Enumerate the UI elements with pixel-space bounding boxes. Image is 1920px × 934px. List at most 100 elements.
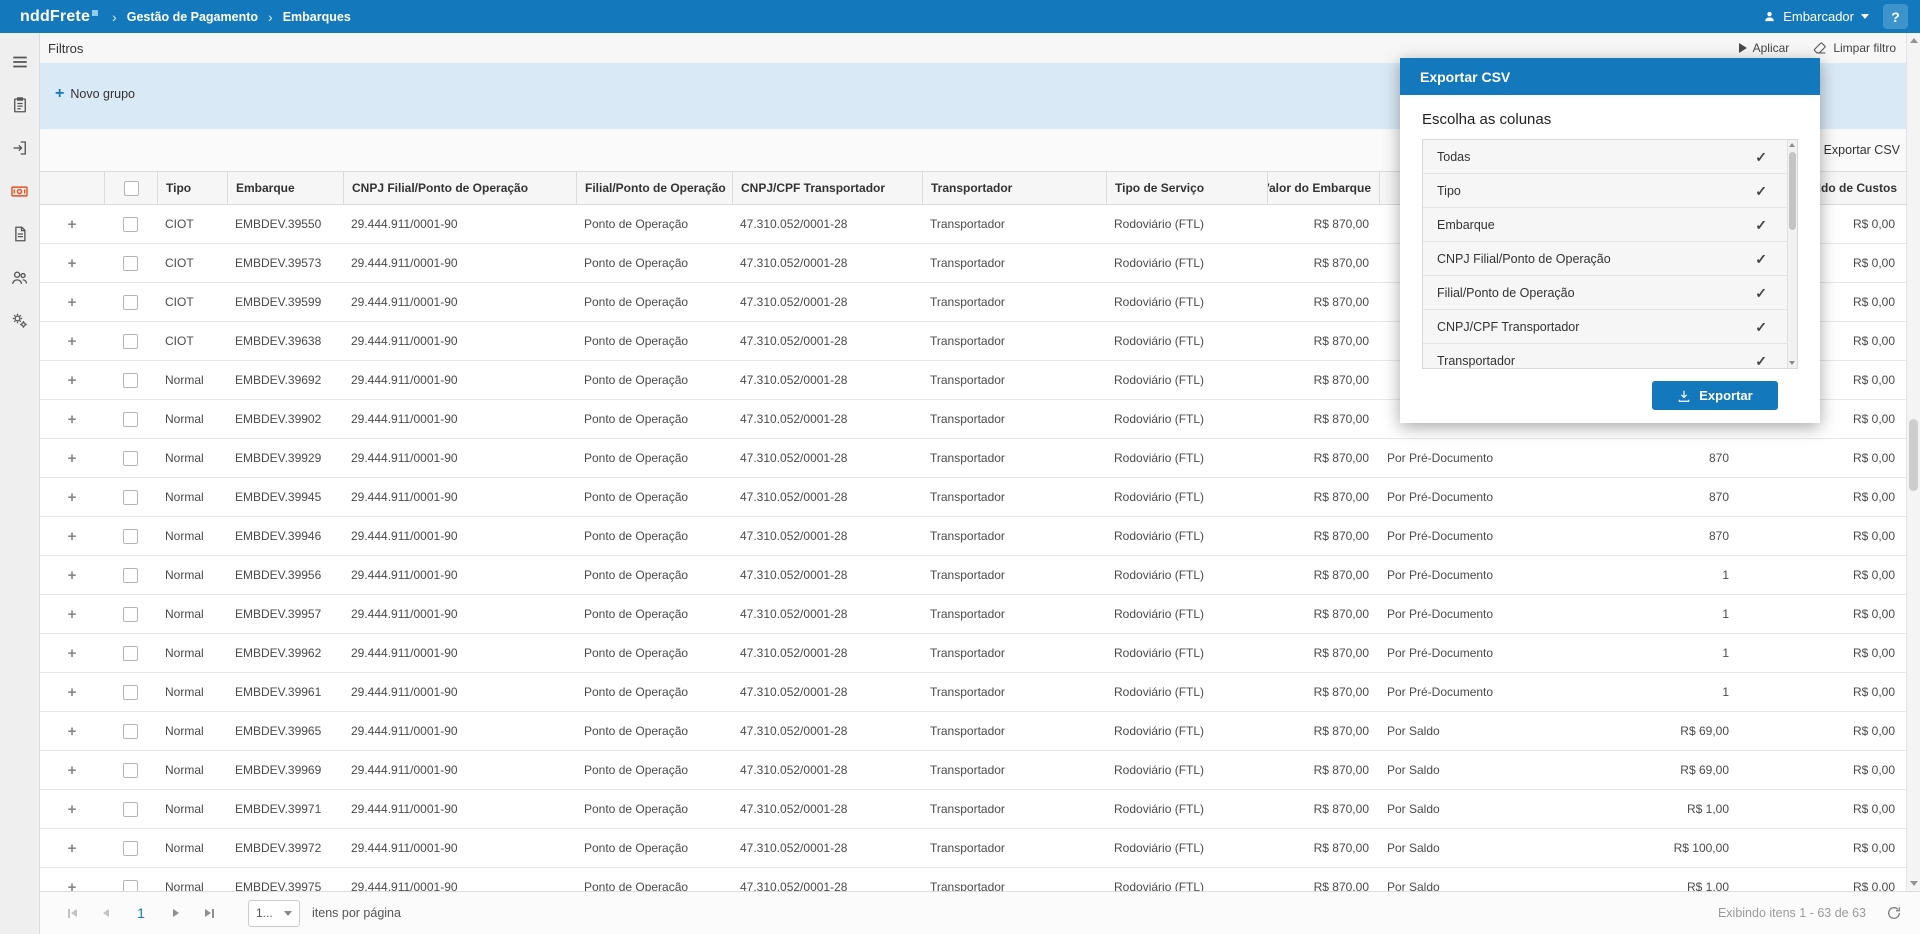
cell-saldo_custos: R$ 0,00 [1739, 673, 1905, 711]
page-size-dropdown[interactable]: 1... [248, 900, 300, 927]
user-role-menu[interactable]: Embarcador [1763, 9, 1869, 24]
expand-row-icon[interactable]: + [68, 684, 77, 701]
expand-row-icon[interactable]: + [68, 216, 77, 233]
column-header-transportador[interactable]: Transportador [922, 172, 1106, 204]
row-checkbox[interactable] [123, 451, 138, 466]
cell-valor_embarque: R$ 870,00 [1267, 400, 1379, 438]
expand-row-icon[interactable]: + [68, 333, 77, 350]
row-checkbox[interactable] [123, 607, 138, 622]
row-checkbox[interactable] [123, 685, 138, 700]
row-checkbox[interactable] [123, 568, 138, 583]
expand-row-icon[interactable]: + [68, 762, 77, 779]
column-option-label: CNPJ/CPF Transportador [1437, 320, 1579, 334]
expand-row-icon[interactable]: + [68, 372, 77, 389]
scroll-up-arrow-icon[interactable] [1910, 38, 1918, 43]
column-option[interactable]: Todas✓ [1423, 140, 1797, 174]
export-button[interactable]: Exportar [1652, 381, 1778, 410]
vertical-scrollbar[interactable] [1906, 33, 1920, 891]
row-checkbox[interactable] [123, 529, 138, 544]
column-option[interactable]: Transportador✓ [1423, 344, 1797, 369]
cell-tipo_servico: Rodoviário (FTL) [1106, 244, 1267, 282]
expand-row-icon[interactable]: + [68, 567, 77, 584]
cell-transportador: Transportador [922, 400, 1106, 438]
list-scrollbar[interactable] [1787, 140, 1797, 368]
expand-row-icon[interactable]: + [68, 411, 77, 428]
sidebar-item-payments-active[interactable] [6, 180, 34, 202]
cell-valor_embarque: R$ 870,00 [1267, 712, 1379, 750]
cell-tipo: Normal [157, 868, 227, 891]
scroll-down-arrow-icon[interactable] [1789, 361, 1795, 365]
breadcrumb-item-embarques[interactable]: Embarques [283, 10, 351, 24]
column-header-valor_embarque[interactable]: Valor do Embarque [1267, 172, 1379, 204]
row-checkbox[interactable] [123, 490, 138, 505]
row-checkbox[interactable] [123, 373, 138, 388]
expand-row-icon[interactable]: + [68, 840, 77, 857]
help-button[interactable]: ? [1883, 4, 1908, 29]
row-checkbox[interactable] [123, 334, 138, 349]
expand-row-icon[interactable]: + [68, 294, 77, 311]
cell-filial: Ponto de Operação [576, 478, 732, 516]
column-option[interactable]: Tipo✓ [1423, 174, 1797, 208]
refresh-button[interactable] [1882, 901, 1906, 925]
row-checkbox[interactable] [123, 763, 138, 778]
expand-row-icon[interactable]: + [68, 801, 77, 818]
sidebar-item-exit[interactable] [6, 137, 34, 159]
row-checkbox[interactable] [123, 256, 138, 271]
row-checkbox[interactable] [123, 802, 138, 817]
sidebar-item-settings[interactable] [6, 309, 34, 331]
sidebar-item-users[interactable] [6, 266, 34, 288]
first-page-button[interactable] [60, 901, 84, 925]
sidebar-item-documents[interactable] [6, 223, 34, 245]
expand-row-icon[interactable]: + [68, 723, 77, 740]
column-header-cnpj_filial[interactable]: CNPJ Filial/Ponto de Operação [343, 172, 576, 204]
column-header-expand[interactable] [40, 172, 104, 204]
row-checkbox[interactable] [123, 646, 138, 661]
cell-expand: + [40, 361, 104, 399]
expand-row-icon[interactable]: + [68, 879, 77, 892]
pagination-status: Exibindo itens 1 - 63 de 63 [1718, 906, 1866, 920]
column-header-check[interactable] [104, 172, 157, 204]
cell-expand: + [40, 283, 104, 321]
column-header-embarque[interactable]: Embarque [227, 172, 343, 204]
list-scrollbar-thumb[interactable] [1789, 152, 1796, 230]
expand-row-icon[interactable]: + [68, 489, 77, 506]
previous-page-button[interactable] [94, 901, 118, 925]
row-checkbox[interactable] [123, 880, 138, 892]
breadcrumb-item-gestao[interactable]: Gestão de Pagamento [127, 10, 258, 24]
last-page-button[interactable] [198, 901, 222, 925]
current-page-number[interactable]: 1 [128, 905, 154, 921]
cell-expand: + [40, 244, 104, 282]
expand-row-icon[interactable]: + [68, 255, 77, 272]
select-all-checkbox[interactable] [124, 181, 139, 196]
row-checkbox[interactable] [123, 217, 138, 232]
app-logo[interactable]: nddFrete [20, 8, 98, 26]
row-checkbox[interactable] [123, 295, 138, 310]
column-header-cnpj_transportador[interactable]: CNPJ/CPF Transportador [732, 172, 922, 204]
expand-row-icon[interactable]: + [68, 450, 77, 467]
next-page-button[interactable] [164, 901, 188, 925]
new-group-button[interactable]: + Novo grupo [55, 86, 135, 102]
expand-row-icon[interactable]: + [68, 528, 77, 545]
column-option[interactable]: CNPJ Filial/Ponto de Operação✓ [1423, 242, 1797, 276]
column-option[interactable]: Filial/Ponto de Operação✓ [1423, 276, 1797, 310]
expand-row-icon[interactable]: + [68, 645, 77, 662]
column-option[interactable]: CNPJ/CPF Transportador✓ [1423, 310, 1797, 344]
scroll-up-arrow-icon[interactable] [1789, 143, 1795, 147]
column-option[interactable]: Embarque✓ [1423, 208, 1797, 242]
column-header-filial[interactable]: Filial/Ponto de Operação [576, 172, 732, 204]
expand-row-icon[interactable]: + [68, 606, 77, 623]
clear-filter-button[interactable]: Limpar filtro [1813, 41, 1896, 55]
cell-tipo_servico: Rodoviário (FTL) [1106, 595, 1267, 633]
column-header-tipo[interactable]: Tipo [157, 172, 227, 204]
scrollbar-thumb[interactable] [1909, 419, 1918, 491]
column-header-tipo_servico[interactable]: Tipo de Serviço [1106, 172, 1267, 204]
sidebar-menu-toggle[interactable] [6, 51, 34, 73]
cell-checkbox [104, 790, 157, 828]
scroll-down-arrow-icon[interactable] [1910, 881, 1918, 886]
cell-filial: Ponto de Operação [576, 244, 732, 282]
row-checkbox[interactable] [123, 724, 138, 739]
row-checkbox[interactable] [123, 412, 138, 427]
apply-filter-button[interactable]: Aplicar [1739, 41, 1790, 55]
sidebar-item-orders[interactable] [6, 94, 34, 116]
row-checkbox[interactable] [123, 841, 138, 856]
